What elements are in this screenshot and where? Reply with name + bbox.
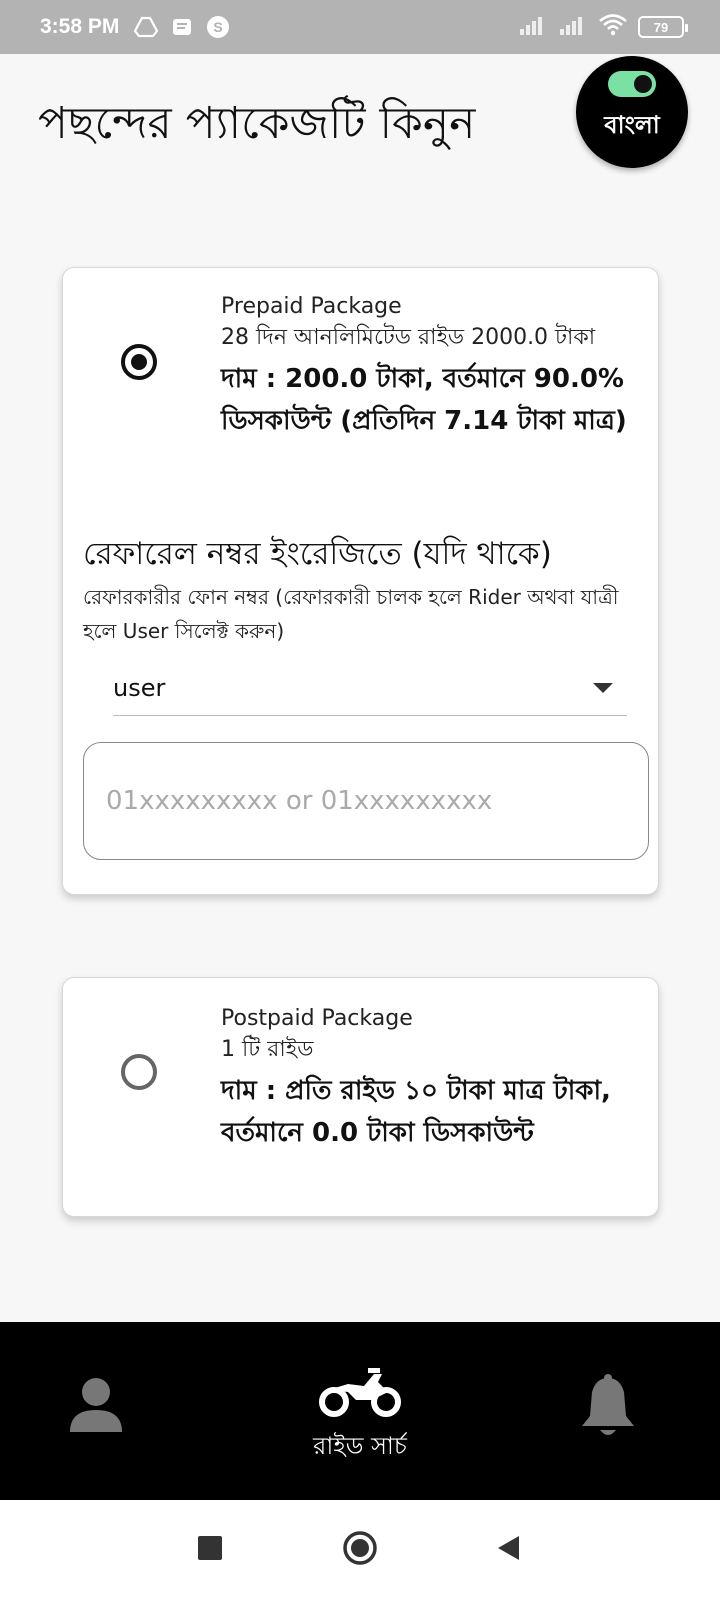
signal-icon (518, 13, 548, 41)
signal-2-icon (558, 13, 588, 41)
bottom-navigation: রাইড সার্চ (0, 1322, 720, 1500)
dropdown-value: user (113, 673, 166, 702)
language-switch[interactable] (608, 71, 656, 97)
square-icon (197, 1535, 223, 1565)
drive-icon (133, 14, 159, 40)
home-button[interactable] (340, 1530, 380, 1570)
system-navigation (0, 1500, 720, 1600)
wifi-icon (598, 12, 628, 42)
language-toggle-button[interactable]: বাংলা (576, 56, 688, 168)
referrer-type-dropdown[interactable]: user (113, 660, 627, 716)
message-icon (169, 14, 195, 40)
package-description: 1 টি রাইড (221, 1037, 314, 1062)
package-info: Prepaid Package 28 দিন আনলিমিটেড রাইড 20… (221, 292, 630, 442)
dropdown-arrow-icon (593, 682, 613, 693)
package-info: Postpaid Package 1 টি রাইড দাম : প্রতি র… (221, 1004, 630, 1154)
nav-ride-search-label: রাইড সার্চ (313, 1432, 407, 1460)
package-card-prepaid[interactable]: Prepaid Package 28 দিন আনলিমিটেড রাইড 20… (62, 267, 659, 895)
referral-title: রেফারেল নম্বর ইংরেজিতে (যদি থাকে) (83, 536, 552, 572)
person-icon (66, 1374, 126, 1438)
package-card-postpaid[interactable]: Postpaid Package 1 টি রাইড দাম : প্রতি র… (62, 977, 659, 1217)
back-button[interactable] (488, 1530, 528, 1570)
package-description: 28 দিন আনলিমিটেড রাইড 2000.0 টাকা (221, 325, 596, 350)
switch-knob (634, 75, 652, 93)
package-price: দাম : প্রতি রাইড ১০ টাকা মাত্র টাকা, বর্… (221, 1076, 611, 1148)
nav-profile[interactable] (66, 1374, 126, 1438)
radio-postpaid[interactable] (121, 1054, 157, 1090)
bell-icon (580, 1374, 636, 1446)
page-title: পছন্দের প্যাকেজটি কিনুন (38, 98, 476, 149)
svg-text:S: S (214, 19, 223, 35)
home-circle-icon (342, 1530, 378, 1570)
app-s-icon: S (205, 14, 231, 40)
motorbike-icon (318, 1366, 402, 1422)
package-price: দাম : 200.0 টাকা, বর্তমানে 90.0% ডিসকাউন… (221, 364, 627, 436)
page-header: পছন্দের প্যাকেজটি কিনুন বাংলা (0, 54, 720, 194)
referral-hint: রেফারকারীর ফোন নম্বর (রেফারকারী চালক হলে… (83, 585, 619, 643)
status-right: 79 (518, 12, 688, 42)
radio-dot (131, 354, 147, 370)
back-triangle-icon (495, 1534, 521, 1566)
package-name: Prepaid Package (221, 294, 402, 319)
referral-phone-input[interactable] (83, 742, 649, 860)
status-time: 3:58 PM (40, 15, 120, 38)
package-name: Postpaid Package (221, 1006, 413, 1031)
language-label: বাংলা (604, 111, 660, 139)
nav-notifications[interactable] (580, 1374, 636, 1446)
recent-apps-button[interactable] (190, 1530, 230, 1570)
nav-ride-search[interactable]: রাইড সার্চ (290, 1366, 430, 1468)
radio-prepaid[interactable] (121, 344, 157, 380)
battery-icon: 79 (638, 16, 688, 38)
status-bar: 3:58 PM S 79 (0, 0, 720, 54)
